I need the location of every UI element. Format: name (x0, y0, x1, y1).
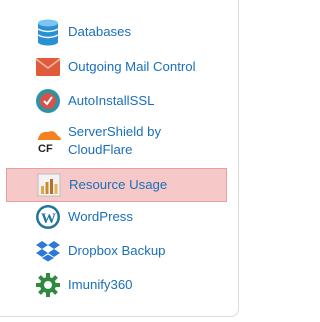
ssl-badge-icon (34, 87, 62, 115)
menu-item-outgoing-mail-control[interactable]: Outgoing Mail Control (6, 50, 227, 84)
menu-item-label: Dropbox Backup (68, 243, 166, 258)
bar-chart-icon (35, 171, 63, 199)
menu-item-label: Databases (68, 24, 132, 39)
svg-text:CF: CF (38, 143, 53, 155)
menu-item-resource-usage[interactable]: Resource Usage (6, 168, 227, 202)
imunify-gear-icon (34, 271, 62, 299)
cloudflare-cf-icon: CF (34, 127, 62, 155)
menu-item-dropbox-backup[interactable]: Dropbox Backup (6, 234, 227, 268)
menu-item-servershield-cloudflare[interactable]: CF ServerShield by CloudFlare (6, 120, 227, 162)
menu-item-imunify360[interactable]: Imunify360 (6, 268, 227, 302)
svg-text:W: W (41, 211, 56, 227)
menu-item-autoinstallssl[interactable]: AutoInstallSSL (6, 84, 227, 118)
menu-item-label: AutoInstallSSL (68, 93, 155, 108)
envelope-icon (34, 53, 62, 81)
menu-item-label: ServerShield by CloudFlare (68, 124, 162, 157)
menu-item-wordpress[interactable]: W WordPress (6, 200, 227, 234)
menu-panel: Databases Outgoing Mail Control AutoInst… (0, 0, 239, 317)
dropbox-icon (34, 237, 62, 265)
menu-item-label: Imunify360 (68, 277, 133, 292)
menu-item-label: Resource Usage (69, 177, 168, 192)
menu-item-databases[interactable]: Databases (6, 15, 227, 49)
menu-item-label: Outgoing Mail Control (68, 59, 196, 74)
database-icon (34, 18, 62, 46)
menu-item-label: WordPress (68, 209, 133, 224)
wordpress-icon: W (34, 203, 62, 231)
